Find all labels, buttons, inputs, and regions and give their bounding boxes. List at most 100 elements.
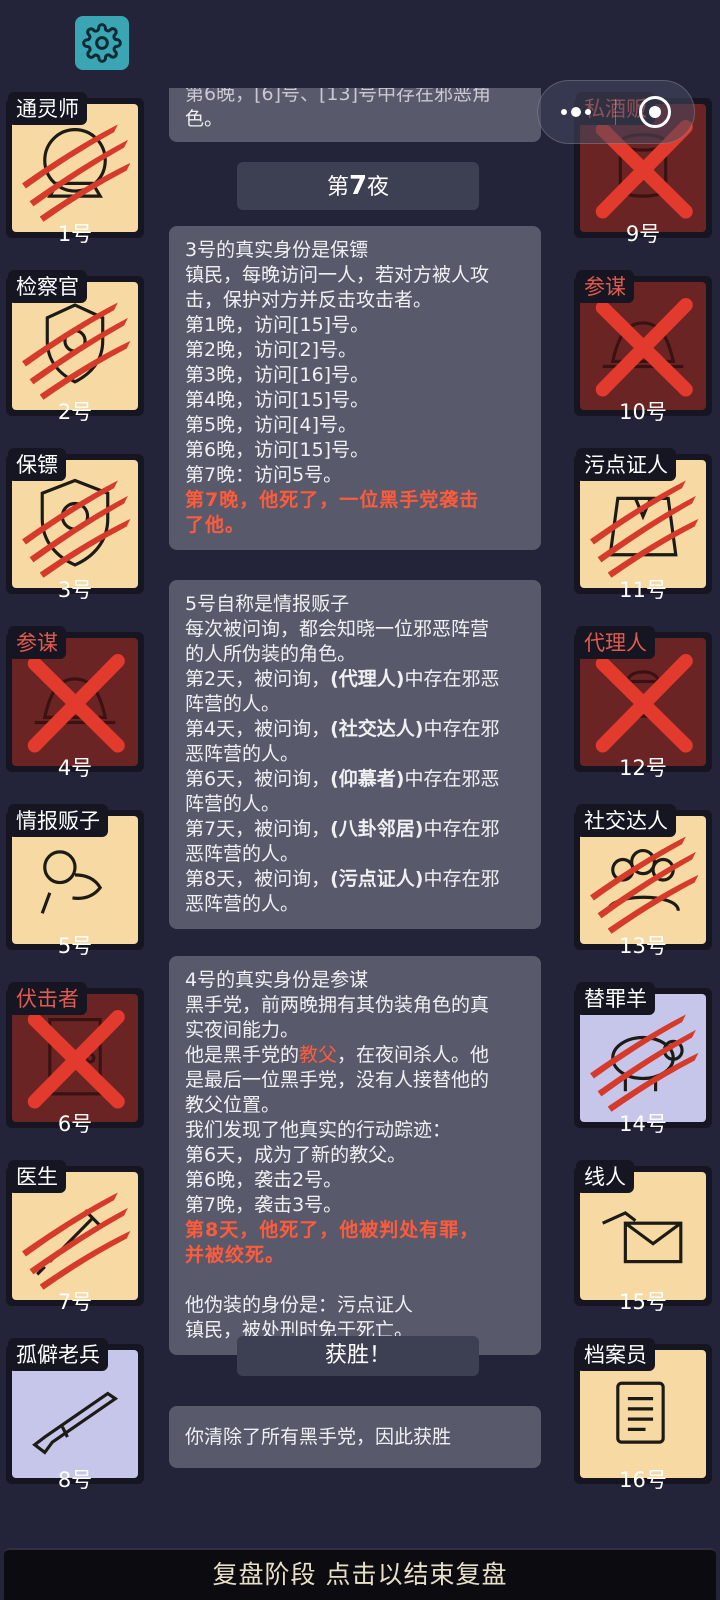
player-number: 10号 (619, 400, 667, 424)
end-review-button[interactable]: 复盘阶段 点击以结束复盘 (4, 1548, 716, 1600)
godfather-text: 教父 (299, 1044, 338, 1066)
more-dots-icon[interactable] (561, 107, 592, 117)
role-ref: (代理人) (330, 668, 405, 690)
partial-line-1: 第6晚，[6]号、[13]号中存在邪恶角 (185, 88, 492, 105)
role-ref: (八卦邻居) (330, 818, 424, 840)
night-header-prefix: 第 (326, 175, 349, 200)
player-slot-right-2[interactable]: 参谋 10号 (574, 270, 712, 424)
role-name-label: 社交达人 (576, 804, 676, 837)
player-number: 1号 (57, 222, 93, 246)
role-name-label: 医生 (8, 1160, 66, 1193)
player-slot-right-4[interactable]: 代理人 12号 (574, 626, 712, 780)
msg-line: 镇民，每晚访问一人，若对方被人攻 (185, 264, 490, 286)
msg-line: 第3晚，访问[16]号。 (185, 364, 370, 386)
msg-text: 第8天，被问询， (185, 868, 331, 890)
claw-scratch-mark (590, 480, 699, 578)
death-line: 并被绞死。 (185, 1244, 286, 1266)
message-card-informant: 5号自称是情报贩子 每次被问询，都会知晓一位邪恶阵营 的人所伪装的角色。 第2天… (169, 580, 541, 929)
mini-program-capsule (537, 80, 695, 144)
msg-text: 他是黑手党的 (185, 1044, 300, 1066)
death-line: 了他。 (185, 514, 246, 536)
msg-line: 第2天，被问询，(代理人)中存在邪恶 (185, 667, 525, 692)
msg-line: 实夜间能力。 (185, 1019, 300, 1041)
msg-line: 第7晚：访问5号。 (185, 464, 343, 486)
player-slot-right-7[interactable]: 线人 15号 (574, 1160, 712, 1314)
eliminated-cross-mark (595, 654, 693, 753)
msg-text: 中存在邪 (423, 868, 500, 890)
player-slot-right-6[interactable]: 替罪羊 14号 (574, 982, 712, 1136)
player-slot-left-3[interactable]: 保镖 3号 (6, 448, 144, 602)
msg-line: 第7晚，袭击3号。 (185, 1194, 343, 1216)
night-header: 第7夜 (237, 162, 479, 210)
player-number: 14号 (619, 1112, 667, 1136)
review-feed[interactable]: 第6晚，[6]号、[13]号中存在邪恶角 色。 第7夜 3号的真实身份是保镖 镇… (157, 88, 555, 1493)
msg-text: 中存在邪恶 (404, 668, 500, 690)
player-number: 12号 (619, 756, 667, 780)
player-number: 11号 (619, 578, 667, 602)
win-message-card: 你清除了所有黑手党，因此获胜 (169, 1406, 541, 1468)
msg-text: 第2天，被问询， (185, 668, 331, 690)
player-number: 4号 (57, 756, 93, 780)
player-number: 13号 (619, 934, 667, 958)
msg-line: 第6天，被问询，(仰慕者)中存在邪恶 (185, 767, 525, 792)
msg-text: 中存在邪恶 (404, 768, 500, 790)
role-name-label: 线人 (576, 1160, 634, 1193)
player-slot-left-1[interactable]: 通灵师 1号 (6, 92, 144, 246)
win-message: 你清除了所有黑手党，因此获胜 (185, 1426, 452, 1448)
player-slot-left-4[interactable]: 参谋 4号 (6, 626, 144, 780)
role-name-label: 保镖 (8, 448, 66, 481)
role-name-label: 代理人 (576, 626, 655, 659)
msg-text: 中存在邪 (423, 818, 500, 840)
player-number: 6号 (57, 1112, 93, 1136)
msg-line: 第6天，成为了新的教父。 (185, 1144, 407, 1166)
msg-line: 第6晚，访问[15]号。 (185, 439, 370, 461)
message-card-consigliere: 4号的真实身份是参谋 黑手党，前两晚拥有其伪装角色的真 实夜间能力。 他是黑手党… (169, 956, 541, 1355)
role-name-label: 参谋 (576, 270, 634, 303)
death-line: 第8天，他死了，他被判处有罪， (185, 1219, 480, 1241)
role-name-label: 检察官 (8, 270, 87, 303)
msg-line: 阵营的人。 (185, 693, 281, 715)
target-close-icon[interactable] (638, 96, 671, 128)
night-header-number: 7 (348, 171, 368, 201)
player-slot-right-3[interactable]: 污点证人 11号 (574, 448, 712, 602)
player-slot-right-8[interactable]: 档案员 16号 (574, 1338, 712, 1492)
player-slot-left-7[interactable]: 医生 7号 (6, 1160, 144, 1314)
player-number: 16号 (619, 1468, 667, 1492)
msg-line: 3号的真实身份是保镖 (185, 239, 369, 261)
msg-line: 他伪装的身份是：污点证人 (185, 1294, 414, 1316)
msg-line: 每次被问询，都会知晓一位邪恶阵营 (185, 618, 490, 640)
msg-line: 第6晚，袭击2号。 (185, 1169, 343, 1191)
player-slot-left-8[interactable]: 孤僻老兵 8号 (6, 1338, 144, 1492)
msg-text: ，在夜间杀人。他 (337, 1044, 490, 1066)
role-name-label: 替罪羊 (576, 982, 655, 1015)
msg-line: 第7天，被问询，(八卦邻居)中存在邪 (185, 817, 525, 842)
role-name-label: 孤僻老兵 (8, 1338, 108, 1371)
player-slot-left-6[interactable]: 伏击者 6号 (6, 982, 144, 1136)
player-number: 5号 (57, 934, 93, 958)
message-card-partial: 第6晚，[6]号、[13]号中存在邪恶角 色。 (169, 88, 541, 142)
gear-icon (82, 23, 122, 63)
msg-line: 阵营的人。 (185, 793, 281, 815)
role-name-label: 伏击者 (8, 982, 87, 1015)
player-slot-left-5[interactable]: 情报贩子 5号 (6, 804, 144, 958)
player-number: 7号 (57, 1290, 93, 1314)
msg-line: 他是黑手党的教父，在夜间杀人。他 (185, 1043, 525, 1068)
msg-line: 第4天，被问询，(社交达人)中存在邪 (185, 717, 525, 742)
msg-text: 第7天，被问询， (185, 818, 331, 840)
msg-line: 第4晚，访问[15]号。 (185, 389, 370, 411)
role-ref: (社交达人) (330, 718, 424, 740)
role-ref: (仰慕者) (330, 768, 405, 790)
msg-line: 击，保护对方并反击攻击者。 (185, 289, 433, 311)
night-header-suffix: 夜 (367, 175, 390, 200)
msg-line: 教父位置。 (185, 1094, 281, 1116)
role-name-label: 情报贩子 (8, 804, 108, 837)
player-slot-left-2[interactable]: 检察官 2号 (6, 270, 144, 424)
msg-line: 第2晚，访问[2]号。 (185, 339, 358, 361)
player-slot-right-5[interactable]: 社交达人 13号 (574, 804, 712, 958)
player-number: 15号 (619, 1290, 667, 1314)
role-name-label: 参谋 (8, 626, 66, 659)
msg-line: 4号的真实身份是参谋 (185, 969, 369, 991)
capsule-divider (614, 99, 616, 125)
settings-button[interactable] (75, 16, 129, 70)
